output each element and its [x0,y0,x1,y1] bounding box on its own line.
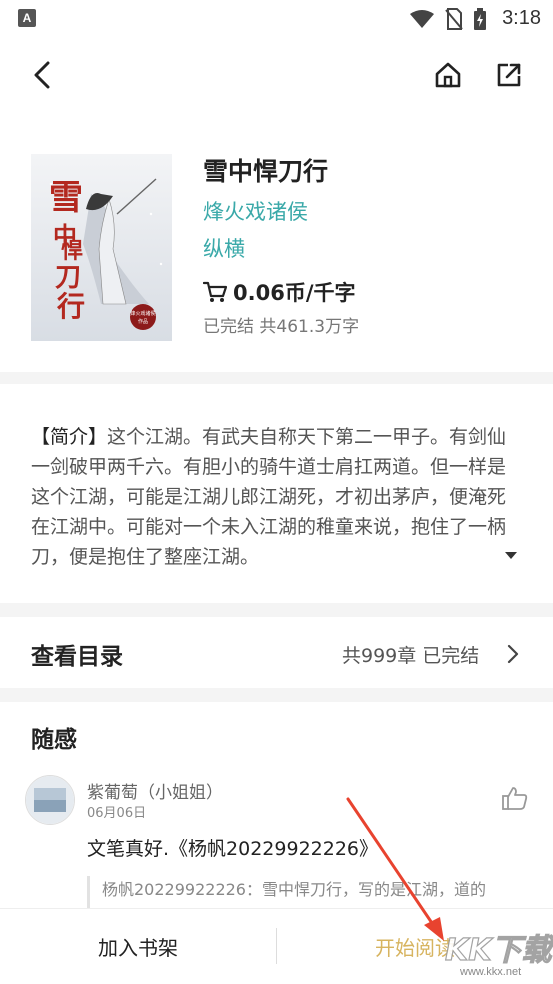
comment-date: 06月06日 [87,806,147,821]
share-icon [497,63,521,87]
category-link[interactable]: 纵横 [203,233,245,263]
expand-caret-icon[interactable] [505,552,517,559]
thumbs-up-icon[interactable] [502,786,528,810]
comment-text: 文笔真好.《杨帆20229922226》 [87,838,379,860]
back-arrow-icon [34,61,50,89]
author-link[interactable]: 烽火戏诸侯 [203,196,308,226]
book-status: 已完结 共461.3万字 [203,317,360,337]
price-label: 0.06币/千字 [233,281,356,305]
back-button[interactable] [22,55,62,95]
status-icons [409,8,487,30]
comments-title: 随感 [31,727,77,753]
svg-text:行: 行 [56,290,85,323]
share-button[interactable] [489,55,529,95]
section-divider [0,688,553,702]
status-time: 3:18 [502,7,541,29]
intro-lead: 【简介】 [31,426,108,448]
status-bar: A 3:18 [0,0,553,38]
commenter-name[interactable]: 紫葡萄（小姐姐） [87,778,223,803]
svg-text:刀: 刀 [55,263,81,293]
add-to-shelf-button[interactable]: 加入书架 [0,909,276,983]
toc-title: 查看目录 [31,644,123,670]
book-title: 雪中悍刀行 [203,157,329,186]
no-sim-icon [445,8,463,30]
app-badge-icon: A [18,9,36,27]
watermark-url: www.kkx.net [460,966,522,978]
intro-fade [380,538,490,572]
chevron-right-icon [507,644,519,664]
price-row: 0.06币/千字 [203,277,355,307]
annotation-arrow-icon [346,797,444,941]
cart-icon [203,281,227,302]
home-button[interactable] [428,55,468,95]
book-cover[interactable]: 雪 中 悍 刀 行 烽火戏诸侯 作品 [31,154,172,341]
wifi-icon [410,10,434,28]
battery-charging-icon [474,8,486,30]
cover-title-calligraphy: 雪 [49,178,83,218]
svg-text:悍: 悍 [61,238,83,264]
book-cover-art: 雪 中 悍 刀 行 烽火戏诸侯 作品 [31,154,172,341]
section-divider [0,603,553,617]
svg-text:烽火戏诸侯: 烽火戏诸侯 [130,310,155,317]
watermark-text: KK下载 [444,932,552,968]
toc-chapter-count: 共999章 已完结 [342,645,480,667]
svg-text:作品: 作品 [138,318,148,325]
watermark-logo: KK下载 [444,925,552,969]
avatar[interactable] [25,775,75,825]
home-icon [435,62,461,88]
section-divider [0,372,553,384]
comment-quote: 杨帆20229922226：雪中悍刀行，写的是江湖，道的 [87,876,532,908]
